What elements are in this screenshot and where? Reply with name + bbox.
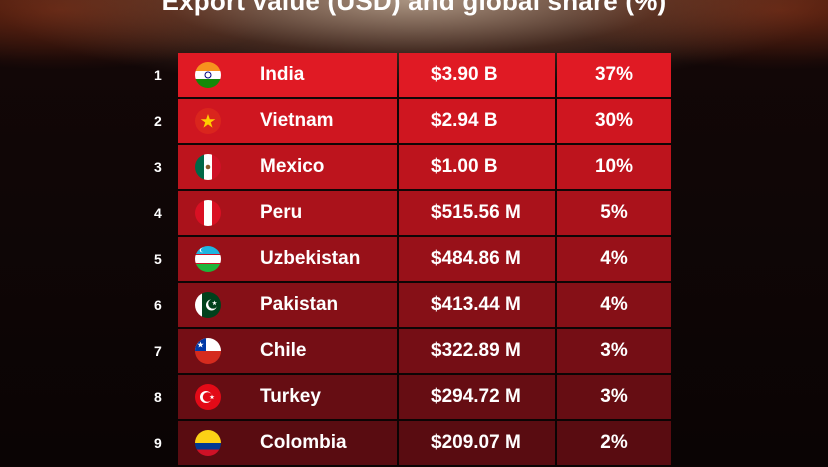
export-value: $294.72 M [431,386,521,407]
uzbekistan-flag-icon [195,246,221,272]
export-value: $1.00 B [431,156,498,177]
global-share-cell: 3% [557,329,671,373]
country-name: Mexico [260,156,325,177]
global-share: 10% [594,156,634,177]
india-flag-icon [195,62,221,88]
mexico-flag-icon [195,154,221,180]
country-cell: Vietnam [178,99,397,143]
table-row: 6 Pakistan $413.44 M 4% [154,283,671,327]
country-cell: Mexico [178,145,397,189]
table-row: 4 Peru $515.56 M 5% [154,191,671,235]
global-share-cell: 3% [557,375,671,419]
export-value-cell: $515.56 M [399,191,555,235]
global-share: 37% [594,64,634,85]
country-name: Uzbekistan [260,248,361,269]
country-cell: India [178,53,397,97]
country-name: Pakistan [260,294,339,315]
country-cell: Chile [178,329,397,373]
vietnam-flag-icon [195,108,221,134]
chart-title: Export value (USD) and global share (%) [161,0,667,16]
table-row: 7 Chile $322.89 M 3% [154,329,671,373]
export-value: $3.90 B [431,64,498,85]
export-value-cell: $3.90 B [399,53,555,97]
colombia-flag-icon [195,430,221,456]
global-share: 4% [600,294,628,315]
global-share: 2% [600,432,628,453]
global-share-cell: 37% [557,53,671,97]
export-value-cell: $1.00 B [399,145,555,189]
pakistan-flag-icon [195,292,221,318]
ranking-table: 1 India $3.90 B 37% 2 Vietnam $2.94 B 30% 3 Mexic… [154,51,673,467]
export-value: $322.89 M [431,340,521,361]
country-name: Vietnam [260,110,334,131]
global-share: 3% [600,340,628,361]
table-row: 1 India $3.90 B 37% [154,53,671,97]
export-value: $209.07 M [431,432,521,453]
peru-flag-icon [195,200,221,226]
rank-number: 9 [154,435,162,451]
global-share-cell: 5% [557,191,671,235]
export-value: $413.44 M [431,294,521,315]
rank-number: 5 [154,251,162,267]
rank-number: 2 [154,113,162,129]
table-row: 8 Turkey $294.72 M 3% [154,375,671,419]
global-share: 3% [600,386,628,407]
country-cell: Pakistan [178,283,397,327]
global-share: 30% [594,110,634,131]
export-value-cell: $413.44 M [399,283,555,327]
rank-number: 8 [154,389,162,405]
country-name: India [260,64,305,85]
country-cell: Peru [178,191,397,235]
export-value: $484.86 M [431,248,521,269]
rank-number: 3 [154,159,162,175]
global-share-cell: 4% [557,237,671,281]
table-row: 5 Uzbekistan $484.86 M 4% [154,237,671,281]
country-cell: Uzbekistan [178,237,397,281]
export-value-cell: $209.07 M [399,421,555,465]
country-name: Chile [260,340,307,361]
export-value-cell: $322.89 M [399,329,555,373]
country-name: Turkey [260,386,321,407]
global-share-cell: 10% [557,145,671,189]
table-row: 9 Colombia $209.07 M 2% [154,421,671,465]
global-share-cell: 30% [557,99,671,143]
country-name: Peru [260,202,303,223]
global-share-cell: 2% [557,421,671,465]
country-cell: Turkey [178,375,397,419]
global-share-cell: 4% [557,283,671,327]
export-value-cell: $294.72 M [399,375,555,419]
turkey-flag-icon [195,384,221,410]
global-share: 4% [600,248,628,269]
table-row: 2 Vietnam $2.94 B 30% [154,99,671,143]
rank-number: 1 [154,67,162,83]
rank-number: 6 [154,297,162,313]
chile-flag-icon [195,338,221,364]
export-value: $515.56 M [431,202,521,223]
country-cell: Colombia [178,421,397,465]
export-value-cell: $2.94 B [399,99,555,143]
table-row: 3 Mexico $1.00 B 10% [154,145,671,189]
export-value-cell: $484.86 M [399,237,555,281]
global-share: 5% [600,202,628,223]
export-value: $2.94 B [431,110,498,131]
country-name: Colombia [260,432,347,453]
rank-number: 7 [154,343,162,359]
rank-number: 4 [154,205,162,221]
